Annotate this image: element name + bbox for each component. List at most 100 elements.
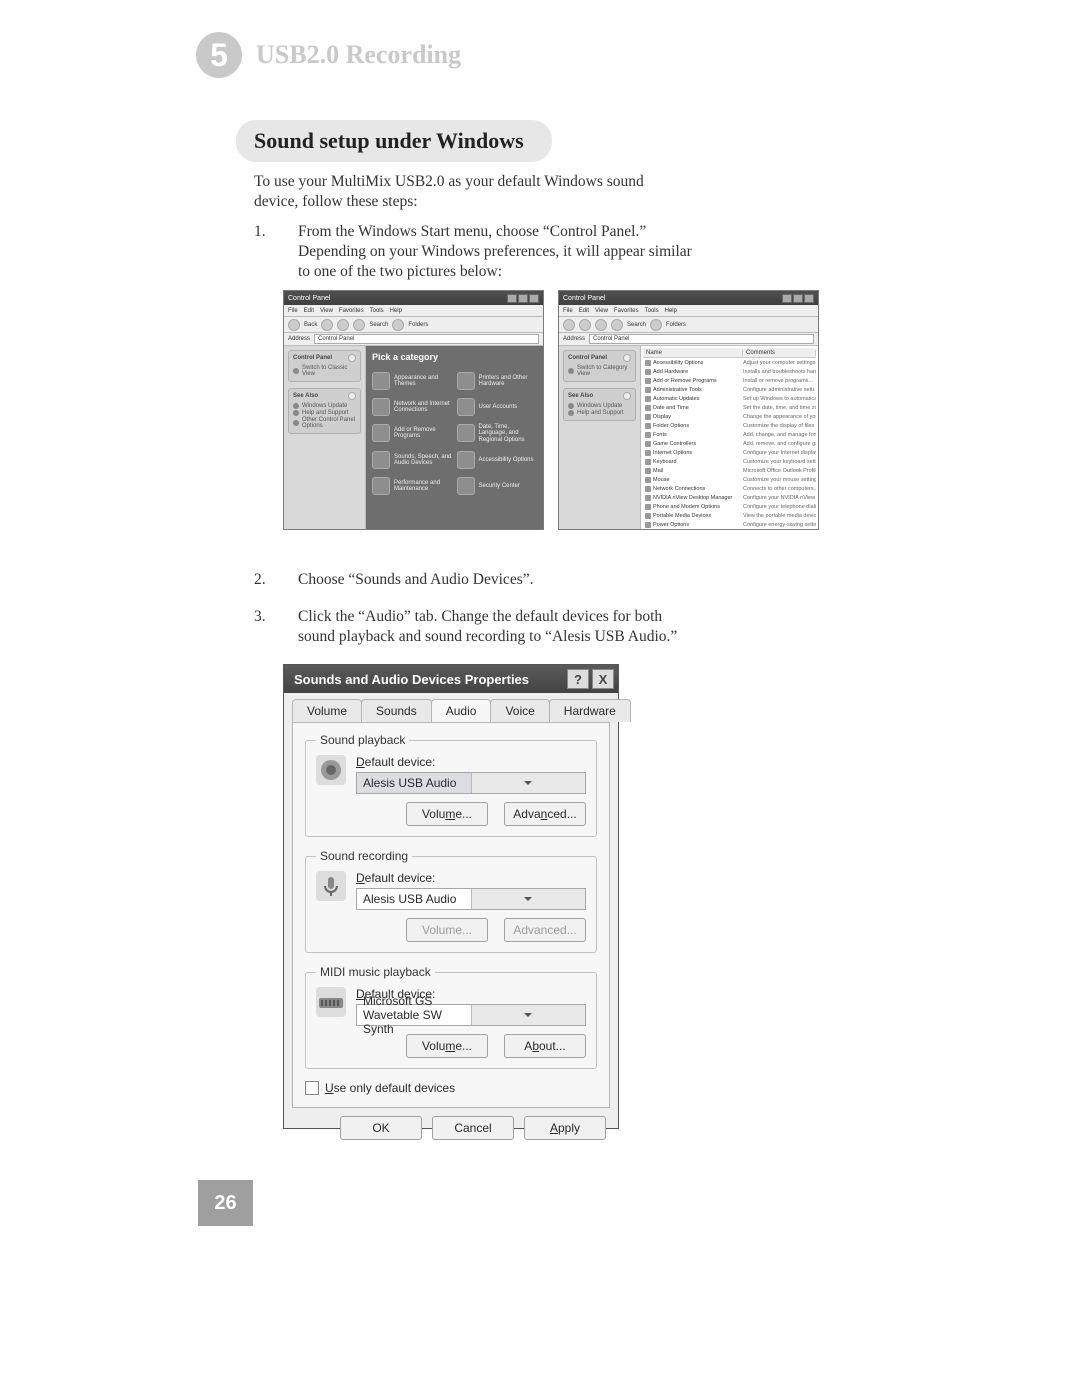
menu-tools[interactable]: Tools xyxy=(370,308,384,314)
see-also-link[interactable]: Windows Update xyxy=(293,403,356,409)
collapse-icon[interactable] xyxy=(348,392,356,400)
switch-view-link[interactable]: Switch to Classic View xyxy=(293,365,356,377)
category-item[interactable]: Add or Remove Programs xyxy=(372,424,453,443)
chevron-down-icon[interactable] xyxy=(471,889,586,909)
list-item[interactable]: Folder OptionsCustomize the display of f… xyxy=(643,421,816,430)
category-item[interactable]: Network and Internet Connections xyxy=(372,398,453,416)
list-item[interactable]: Add HardwareInstalls and troubleshoots h… xyxy=(643,367,816,376)
search-icon[interactable] xyxy=(611,319,623,331)
folders-icon[interactable] xyxy=(392,319,404,331)
list-item[interactable]: Portable Media DevicesView the portable … xyxy=(643,511,816,520)
menu-file[interactable]: File xyxy=(563,308,573,314)
list-item[interactable]: Add or Remove ProgramsInstall or remove … xyxy=(643,376,816,385)
header-comments[interactable]: Comments xyxy=(743,350,816,356)
use-only-default-checkbox[interactable] xyxy=(305,1081,319,1095)
list-item[interactable]: Game ControllersAdd, remove, and configu… xyxy=(643,439,816,448)
maximize-icon[interactable] xyxy=(518,294,528,303)
see-also-link[interactable]: Windows Update xyxy=(568,403,631,409)
category-item[interactable]: Security Center xyxy=(457,477,538,495)
forward-icon[interactable] xyxy=(321,319,333,331)
list-item[interactable]: NVIDIA nView Desktop ManagerConfigure yo… xyxy=(643,493,816,502)
apply-button[interactable]: Apply xyxy=(524,1116,606,1140)
close-icon[interactable] xyxy=(804,294,814,303)
folders-icon[interactable] xyxy=(650,319,662,331)
header-name[interactable]: Name xyxy=(643,350,743,356)
minimize-icon[interactable] xyxy=(507,294,517,303)
recording-advanced-button[interactable]: Advanced... xyxy=(504,918,586,942)
category-item[interactable]: Date, Time, Language, and Regional Optio… xyxy=(457,424,538,443)
list-item[interactable]: Phone and Modem OptionsConfigure your te… xyxy=(643,502,816,511)
link-label: Windows Update xyxy=(302,403,347,409)
category-item[interactable]: Accessibility Options xyxy=(457,451,538,469)
menu-help[interactable]: Help xyxy=(665,308,677,314)
playback-device-combo[interactable]: Alesis USB Audio xyxy=(356,772,586,794)
category-item[interactable]: Performance and Maintenance xyxy=(372,477,453,495)
chevron-down-icon[interactable] xyxy=(471,1005,586,1025)
list-item[interactable]: Administrative ToolsConfigure administra… xyxy=(643,385,816,394)
item-name: Portable Media Devices xyxy=(653,513,711,519)
category-item[interactable]: Appearance and Themes xyxy=(372,372,453,390)
forward-icon[interactable] xyxy=(579,319,591,331)
menu-edit[interactable]: Edit xyxy=(579,308,589,314)
close-icon[interactable]: X xyxy=(592,669,614,689)
playback-volume-button[interactable]: Volume... xyxy=(406,802,488,826)
midi-device-combo[interactable]: Microsoft GS Wavetable SW Synth xyxy=(356,1004,586,1026)
switch-view-link[interactable]: Switch to Category View xyxy=(568,365,631,377)
see-also-link[interactable]: Help and Support xyxy=(293,410,356,416)
collapse-icon[interactable] xyxy=(623,354,631,362)
up-icon[interactable] xyxy=(337,319,349,331)
back-icon[interactable] xyxy=(288,319,300,331)
category-item[interactable]: Sounds, Speech, and Audio Devices xyxy=(372,451,453,469)
menu-view[interactable]: View xyxy=(320,308,333,314)
tab-hardware[interactable]: Hardware xyxy=(549,699,631,722)
category-item[interactable]: User Accounts xyxy=(457,398,538,416)
tab-sounds[interactable]: Sounds xyxy=(361,699,432,722)
address-field[interactable]: Control Panel xyxy=(589,334,814,344)
link-label: Help and Support xyxy=(577,410,624,416)
help-icon[interactable]: ? xyxy=(567,669,589,689)
list-item[interactable]: Power OptionsConfigure energy-saving set… xyxy=(643,520,816,529)
minimize-icon[interactable] xyxy=(782,294,792,303)
midi-volume-button[interactable]: Volume... xyxy=(406,1034,488,1058)
menu-view[interactable]: View xyxy=(595,308,608,314)
list-item[interactable]: MailMicrosoft Office Outlook Profiles xyxy=(643,466,816,475)
list-item[interactable]: Accessibility OptionsAdjust your compute… xyxy=(643,358,816,367)
maximize-icon[interactable] xyxy=(793,294,803,303)
menu-edit[interactable]: Edit xyxy=(304,308,314,314)
midi-about-button[interactable]: About... xyxy=(504,1034,586,1058)
tab-volume[interactable]: Volume xyxy=(292,699,362,722)
close-icon[interactable] xyxy=(529,294,539,303)
menu-help[interactable]: Help xyxy=(390,308,402,314)
tab-voice[interactable]: Voice xyxy=(490,699,549,722)
list-item[interactable]: KeyboardCustomize your keyboard setti... xyxy=(643,457,816,466)
ok-button[interactable]: OK xyxy=(340,1116,422,1140)
address-field[interactable]: Control Panel xyxy=(314,334,539,344)
menu-tools[interactable]: Tools xyxy=(645,308,659,314)
search-icon[interactable] xyxy=(353,319,365,331)
tab-audio[interactable]: Audio xyxy=(431,699,492,722)
list-item[interactable]: MouseCustomize your mouse settings... xyxy=(643,475,816,484)
up-icon[interactable] xyxy=(595,319,607,331)
see-also-link[interactable]: Help and Support xyxy=(568,410,631,416)
playback-advanced-button[interactable]: Advanced... xyxy=(504,802,586,826)
see-also-link[interactable]: Other Control Panel Options xyxy=(293,417,356,429)
list-item[interactable]: Network ConnectionsConnects to other com… xyxy=(643,484,816,493)
document-page: 5 USB2.0 Recording Sound setup under Win… xyxy=(0,0,1080,1397)
cancel-button[interactable]: Cancel xyxy=(432,1116,514,1140)
list-item[interactable]: DisplayChange the appearance of you... xyxy=(643,412,816,421)
item-name: Keyboard xyxy=(653,459,677,465)
category-item[interactable]: Printers and Other Hardware xyxy=(457,372,538,390)
collapse-icon[interactable] xyxy=(348,354,356,362)
recording-device-combo[interactable]: Alesis USB Audio xyxy=(356,888,586,910)
recording-volume-button[interactable]: Volume... xyxy=(406,918,488,942)
menu-favorites[interactable]: Favorites xyxy=(339,308,364,314)
back-icon[interactable] xyxy=(563,319,575,331)
menu-favorites[interactable]: Favorites xyxy=(614,308,639,314)
list-item[interactable]: Automatic UpdatesSet up Windows to autom… xyxy=(643,394,816,403)
chevron-down-icon[interactable] xyxy=(471,773,586,793)
list-item[interactable]: Date and TimeSet the date, time, and tim… xyxy=(643,403,816,412)
menu-file[interactable]: File xyxy=(288,308,298,314)
list-item[interactable]: FontsAdd, change, and manage fonts... xyxy=(643,430,816,439)
list-item[interactable]: Internet OptionsConfigure your Internet … xyxy=(643,448,816,457)
collapse-icon[interactable] xyxy=(623,392,631,400)
